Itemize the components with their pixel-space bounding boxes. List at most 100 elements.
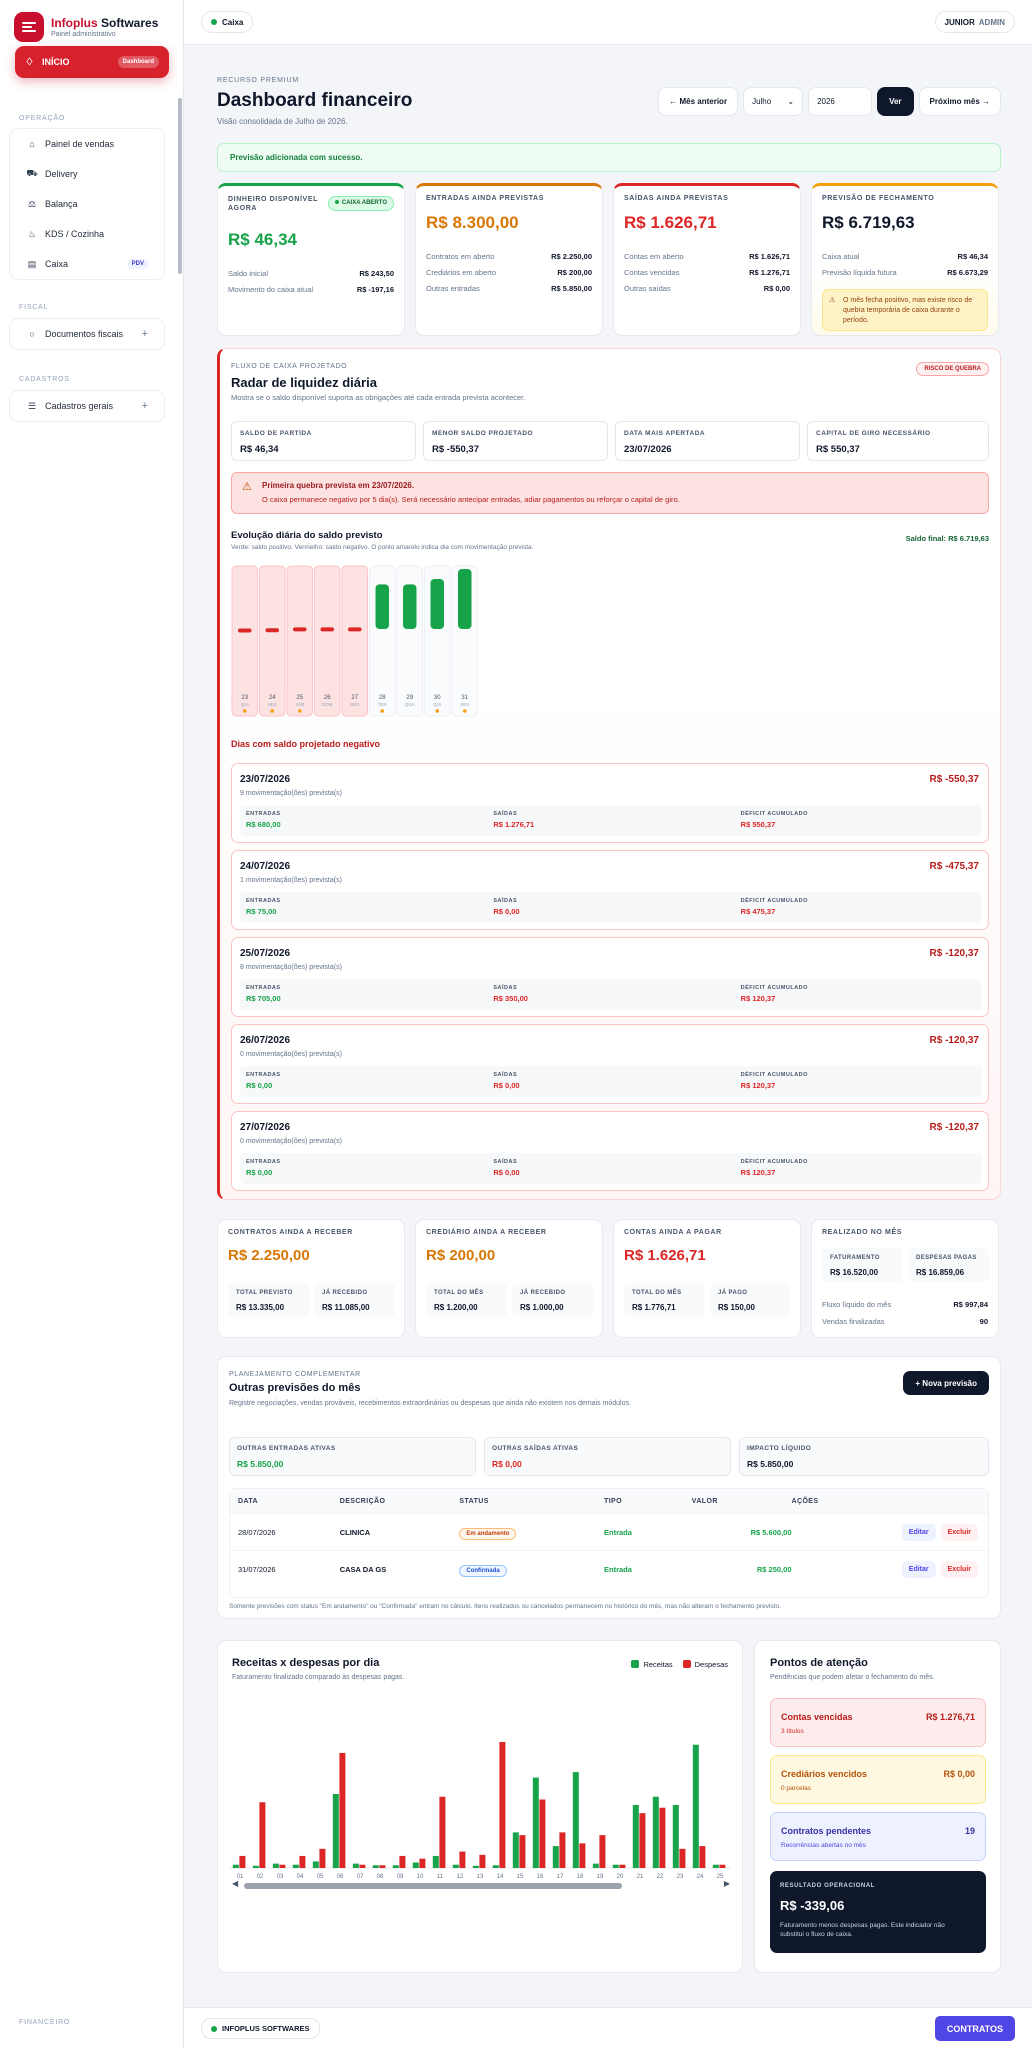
chart-horizontal-scrollbar[interactable]: ◀ ▶: [232, 1879, 730, 1891]
positive-balance-bar: [458, 569, 472, 629]
despesa-bar: [259, 1802, 266, 1868]
plan-box: OUTRAS SAÍDAS ATIVAS R$ 0,00: [484, 1437, 731, 1476]
sidebar-item-documentos-fiscais[interactable]: ○ Documentos fiscais +: [10, 319, 164, 349]
radar-liquidez-card: FLUXO DE CAIXA PROJETADO Radar de liquid…: [217, 348, 1001, 1200]
receita-bar: [572, 1772, 579, 1868]
despesa-bar: [559, 1832, 566, 1868]
pontos-atencao-card: Pontos de atenção Pendências que podem a…: [754, 1640, 1001, 1973]
receita-bar: [252, 1865, 259, 1868]
summary-box: JÁ PAGO R$ 150,00: [710, 1283, 791, 1317]
kpi-dinheiro-disponivel: DINHEIRO DISPONÍVEL AGORA CAIXA ABERTO R…: [217, 183, 405, 336]
movement-dot: [380, 709, 385, 713]
kpi-previsao-fechamento: PREVISÃO DE FECHAMENTO R$ 6.719,63 Caixa…: [811, 183, 999, 336]
despesa-bar: [239, 1855, 246, 1868]
negative-balance-marker: [293, 627, 307, 632]
despesa-bar: [719, 1864, 726, 1868]
sidebar-scrollbar[interactable]: [178, 98, 182, 274]
delete-button[interactable]: Excluir: [940, 1523, 978, 1541]
attention-contas-vencidas[interactable]: Contas vencidas 3 títulos R$ 1.276,71: [770, 1698, 986, 1747]
receita-bar: [612, 1864, 619, 1868]
warning-icon: ⚠: [242, 481, 252, 493]
caixa-status-pill[interactable]: Caixa: [201, 11, 254, 33]
summary-box: TOTAL DO MÊS R$ 1.776,71: [624, 1283, 705, 1317]
day-column: [231, 565, 258, 717]
sidebar-item-inicio[interactable]: ♢ INÍCIO Dashboard: [15, 46, 169, 78]
sidebar-item-balanca[interactable]: ⚖ Balança: [10, 189, 164, 219]
success-alert: Previsão adicionada com sucesso.: [217, 143, 1001, 172]
x-tick-label: 11: [437, 1874, 444, 1880]
positive-balance-bar: [430, 578, 444, 629]
summary-box: DESPESAS PAGAS R$ 16.859,06: [908, 1248, 989, 1282]
despesa-bar: [339, 1752, 346, 1868]
sidebar-item-painel-vendas[interactable]: ⌂ Painel de vendas: [10, 129, 164, 159]
receita-bar: [312, 1861, 319, 1868]
legend-despesas: Despesas: [682, 1660, 728, 1669]
receita-bar: [492, 1865, 499, 1868]
despesa-bar: [619, 1864, 626, 1868]
brand-logo[interactable]: Infoplus Softwares Painel administrativo: [14, 11, 158, 43]
scroll-right-icon[interactable]: ▶: [724, 1879, 730, 1888]
weekday-label: QUI: [241, 702, 249, 707]
next-month-button[interactable]: Próximo mês →: [918, 87, 1001, 116]
x-tick-label: 23: [677, 1874, 684, 1880]
positive-balance-bar: [375, 584, 389, 629]
receita-bar: [672, 1804, 679, 1868]
x-tick-label: 08: [377, 1874, 384, 1880]
day-label: 24: [269, 695, 276, 701]
day-label: 25: [296, 695, 303, 701]
attention-crediarios-vencidos[interactable]: Crediários vencidos 0 parcelas R$ 0,00: [770, 1755, 986, 1804]
status-badge: Em andamento: [459, 1527, 517, 1540]
daily-balance-chart: 23QUI24SEX25SÁB26DOM27SEG28TER29QUA30QUI…: [231, 565, 478, 717]
prev-month-button[interactable]: ← Mês anterior: [658, 87, 739, 116]
expand-plus-icon[interactable]: +: [142, 328, 148, 340]
movement-dot: [242, 709, 247, 713]
summary-box: JÁ RECEBIDO R$ 11.085,00: [314, 1283, 395, 1317]
receita-bar: [712, 1864, 719, 1868]
sidebar-item-cadastros-gerais[interactable]: ☰ Cadastros gerais +: [10, 391, 164, 421]
dashboard-badge: Dashboard: [117, 56, 159, 68]
attention-contratos-pendentes[interactable]: Contratos pendentes Recorrências abertas…: [770, 1812, 986, 1861]
despesa-bar: [279, 1864, 286, 1868]
radar-title: Radar de liquidez diária: [231, 375, 377, 390]
edit-button[interactable]: Editar: [901, 1523, 936, 1541]
kitchen-icon: ♨: [27, 228, 37, 239]
scroll-left-icon[interactable]: ◀: [232, 1879, 238, 1888]
legend-receitas: Receitas: [631, 1660, 673, 1669]
delete-button[interactable]: Excluir: [940, 1560, 978, 1578]
edit-button[interactable]: Editar: [901, 1560, 936, 1578]
year-input[interactable]: 2026: [808, 87, 873, 116]
contratos-button[interactable]: CONTRATOS: [934, 2016, 1015, 2041]
user-menu[interactable]: JUNIOR ADMIN: [934, 11, 1015, 33]
day-date: 23/07/2026: [240, 774, 291, 785]
movement-dot: [435, 709, 440, 713]
receita-bar: [592, 1863, 599, 1868]
x-tick-label: 21: [637, 1874, 644, 1880]
month-select[interactable]: Julho ⌄: [743, 87, 804, 116]
list-icon: ☰: [27, 400, 37, 411]
despesa-bar: [439, 1796, 446, 1868]
ver-button[interactable]: Ver: [877, 87, 914, 116]
sidebar-item-kds[interactable]: ♨ KDS / Cozinha: [10, 219, 164, 249]
day-balance: R$ -120,37: [929, 1122, 979, 1133]
summary-contratos: CONTRATOS AINDA A RECEBER R$ 2.250,00 TO…: [217, 1219, 405, 1338]
expand-plus-icon[interactable]: +: [142, 400, 148, 412]
receita-bar: [272, 1863, 279, 1868]
movement-dot: [297, 709, 302, 713]
x-tick-label: 07: [357, 1874, 364, 1880]
sidebar-item-delivery[interactable]: ⛟ Delivery: [10, 159, 164, 189]
day-label: 23: [241, 695, 248, 701]
despesa-bar: [479, 1854, 486, 1868]
day-balance: R$ -550,37: [929, 774, 979, 785]
table-row: 28/07/2026 CLINICA Em andamento Entrada …: [230, 1513, 988, 1550]
nova-previsao-button[interactable]: + Nova previsão: [903, 1371, 989, 1395]
day-date: 26/07/2026: [240, 1035, 291, 1046]
kpi-row: Previsão líquida futura R$ 6.673,29: [822, 268, 988, 277]
menu-icon[interactable]: [14, 12, 44, 42]
quebra-alert: ⚠ Primeira quebra prevista em 23/07/2026…: [231, 472, 989, 514]
kpi-row: Contas vencidas R$ 1.276,71: [624, 268, 790, 277]
receita-bar: [372, 1865, 379, 1868]
closing-warning: ⚠ O mês fecha positivo, mas existe risco …: [822, 289, 988, 331]
x-tick-label: 05: [317, 1874, 324, 1880]
saldo-final: Saldo final: R$ 6.719,63: [905, 534, 989, 543]
sidebar-item-caixa[interactable]: ▤ Caixa PDV: [10, 249, 164, 279]
